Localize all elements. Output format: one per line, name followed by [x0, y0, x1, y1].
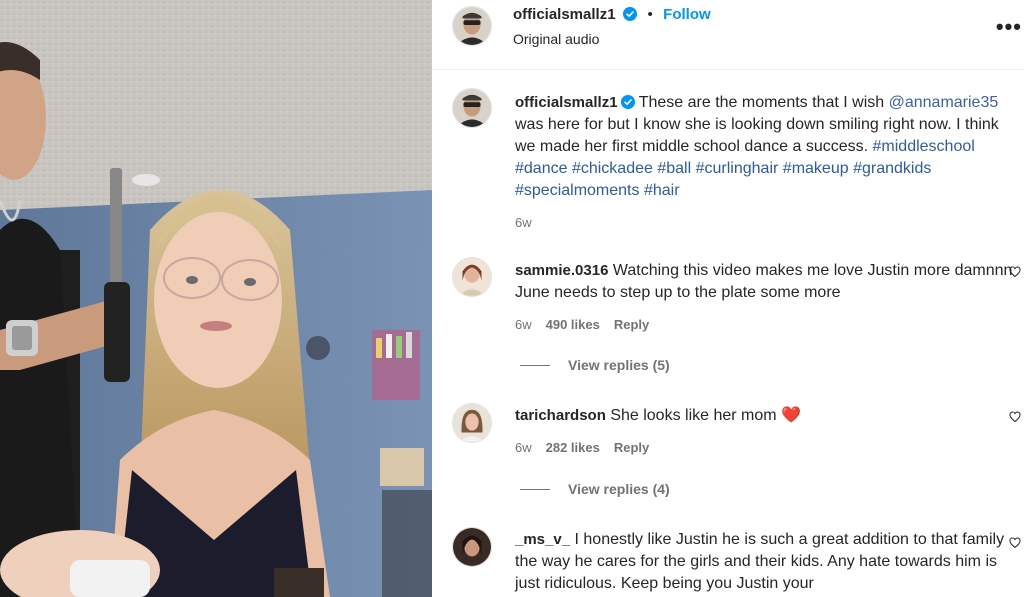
view-replies-label: View replies (4): [568, 481, 670, 497]
commenter-avatar[interactable]: [452, 257, 492, 297]
comment-item: _ms_v_ I honestly like Justin he is such…: [515, 529, 1021, 595]
header-title-row: officialsmallz1 • Follow: [513, 6, 711, 24]
comment-timestamp[interactable]: 6w: [515, 440, 532, 455]
hashtag[interactable]: #middleschool: [873, 138, 975, 155]
caption-author-avatar[interactable]: [452, 88, 492, 128]
avatar-image: [453, 404, 491, 442]
caption-mention[interactable]: @annamarie35: [889, 94, 999, 111]
hashtag[interactable]: #chickadee: [572, 160, 653, 177]
reply-button[interactable]: Reply: [614, 440, 649, 455]
hashtag[interactable]: #dance: [515, 160, 568, 177]
hashtag[interactable]: #makeup: [783, 160, 849, 177]
heart-icon[interactable]: [1009, 411, 1021, 423]
comment-likes[interactable]: 282 likes: [546, 440, 600, 455]
comment-meta: 6w 490 likes Reply: [515, 314, 1015, 336]
audio-label[interactable]: Original audio: [513, 31, 599, 47]
hashtag[interactable]: #hair: [644, 182, 680, 199]
post-media-video[interactable]: [0, 0, 432, 597]
author-avatar[interactable]: [452, 6, 492, 46]
replies-divider: [520, 364, 550, 366]
comment-likes[interactable]: 490 likes: [546, 317, 600, 332]
heart-icon[interactable]: [1009, 537, 1021, 549]
verified-badge-icon: [620, 95, 635, 109]
comment-item: tarichardson She looks like her mom ❤️ 6…: [515, 405, 1021, 459]
caption-timestamp[interactable]: 6w: [515, 212, 1015, 234]
red-heart-emoji: ❤️: [781, 407, 801, 424]
view-replies-button[interactable]: View replies (4): [520, 481, 670, 497]
separator-dot: •: [647, 6, 653, 23]
hashtag[interactable]: #grandkids: [853, 160, 931, 177]
avatar-image: [453, 258, 491, 296]
comment-text: She looks like her mom: [610, 407, 777, 424]
video-frame: [0, 0, 432, 597]
commenter-avatar[interactable]: [452, 527, 492, 567]
heart-icon[interactable]: [1009, 266, 1021, 278]
view-replies-button[interactable]: View replies (5): [520, 357, 670, 373]
commenter-avatar[interactable]: [452, 403, 492, 443]
reply-button[interactable]: Reply: [614, 317, 649, 332]
post-details-panel: officialsmallz1 • Follow Original audio …: [432, 0, 1024, 597]
comment-meta: 6w 282 likes Reply: [515, 437, 1015, 459]
post-header: officialsmallz1 • Follow Original audio …: [432, 0, 1024, 70]
comment-timestamp[interactable]: 6w: [515, 317, 532, 332]
comment-username[interactable]: tarichardson: [515, 407, 606, 424]
avatar-image: [453, 7, 491, 45]
replies-divider: [520, 488, 550, 490]
follow-button[interactable]: Follow: [663, 6, 711, 23]
avatar-image: [453, 89, 491, 127]
more-options-icon[interactable]: •••: [996, 14, 1022, 40]
hashtag[interactable]: #specialmoments: [515, 182, 640, 199]
view-replies-label: View replies (5): [568, 357, 670, 373]
hashtag[interactable]: #curlinghair: [696, 160, 779, 177]
caption-username[interactable]: officialsmallz1: [515, 94, 618, 111]
post-caption: officialsmallz1 These are the moments th…: [515, 92, 1015, 234]
author-username[interactable]: officialsmallz1: [513, 6, 616, 23]
verified-badge-icon: [623, 7, 637, 21]
comment-item: sammie.0316 Watching this video makes me…: [515, 260, 1021, 336]
comment-username[interactable]: _ms_v_: [515, 531, 570, 548]
hashtag[interactable]: #ball: [657, 160, 691, 177]
comment-text: I honestly like Justin he is such a grea…: [515, 531, 1005, 592]
comment-username[interactable]: sammie.0316: [515, 262, 608, 279]
caption-text-1: These are the moments that I wish: [638, 94, 885, 111]
avatar-image: [453, 528, 491, 566]
